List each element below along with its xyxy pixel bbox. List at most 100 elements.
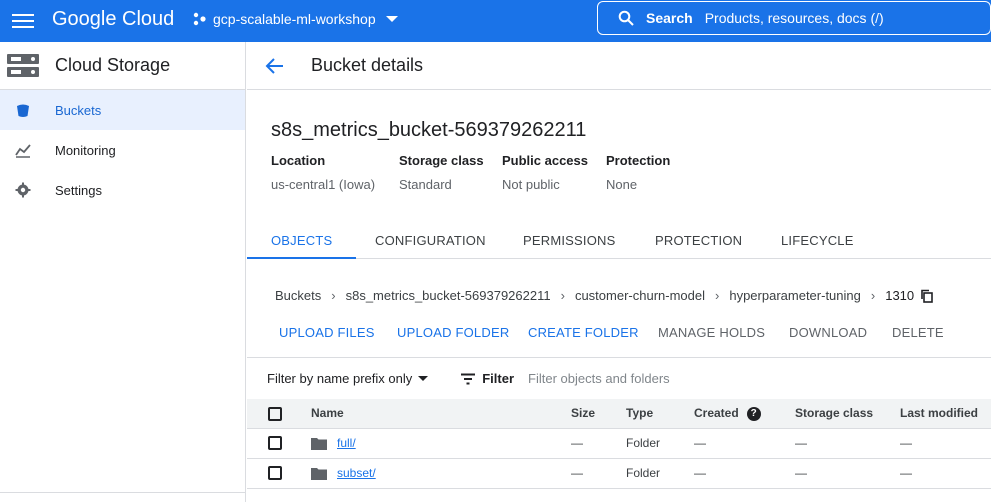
type-cell: Folder xyxy=(626,458,694,489)
meta-public-access: Public access Not public xyxy=(502,153,588,192)
tab-bar: OBJECTS CONFIGURATION PERMISSIONS PROTEC… xyxy=(247,222,991,259)
meta-key: Public access xyxy=(502,153,588,168)
col-created-label: Created xyxy=(694,405,739,420)
filter-button[interactable]: Filter xyxy=(460,371,514,386)
bucket-icon xyxy=(17,104,29,117)
folder-icon xyxy=(311,468,327,481)
storage-class-cell: — xyxy=(795,458,900,489)
sidebar-header: Cloud Storage xyxy=(0,42,245,90)
search-input[interactable] xyxy=(704,10,945,26)
select-all-cell xyxy=(247,399,311,429)
sidebar-item-label: Buckets xyxy=(55,102,102,118)
size-cell: — xyxy=(571,428,626,459)
tab-permissions[interactable]: PERMISSIONS xyxy=(523,222,616,259)
last-modified-cell: — xyxy=(900,458,991,489)
top-bar: Google Cloud gcp-scalable-ml-workshop Se… xyxy=(0,0,991,42)
type-cell: Folder xyxy=(626,428,694,459)
filter-input[interactable] xyxy=(528,371,729,386)
sidebar-item-label: Settings xyxy=(55,182,102,198)
breadcrumb-item[interactable]: hyperparameter-tuning xyxy=(729,288,861,303)
filter-icon xyxy=(461,373,476,384)
sidebar-item-label: Monitoring xyxy=(55,142,116,158)
page-title: Bucket details xyxy=(311,55,424,75)
row-checkbox[interactable] xyxy=(268,466,282,481)
sidebar-footer xyxy=(0,492,245,502)
last-modified-cell: — xyxy=(900,428,991,459)
product-title: Cloud Storage xyxy=(55,55,171,75)
sidebar-item-settings[interactable]: Settings xyxy=(0,170,245,210)
name-cell: full/ xyxy=(311,428,571,459)
search-box[interactable]: Search xyxy=(597,1,991,35)
select-all-checkbox[interactable] xyxy=(268,406,282,421)
search-icon xyxy=(618,10,634,26)
breadcrumb-item[interactable]: customer-churn-model xyxy=(575,288,705,303)
meta-key: Protection xyxy=(606,153,671,168)
col-created[interactable]: Created? xyxy=(694,399,795,429)
upload-files-button[interactable]: UPLOAD FILES xyxy=(279,325,375,340)
col-storage-class[interactable]: Storage class xyxy=(795,399,900,429)
meta-value: us-central1 (Iowa) xyxy=(271,177,376,192)
chevron-down-icon xyxy=(385,16,398,22)
back-arrow-icon[interactable] xyxy=(265,56,285,76)
tab-objects[interactable]: OBJECTS xyxy=(247,222,357,259)
sidebar-item-monitoring[interactable]: Monitoring xyxy=(0,130,245,170)
create-folder-button[interactable]: CREATE FOLDER xyxy=(528,325,639,340)
upload-folder-button[interactable]: UPLOAD FOLDER xyxy=(397,325,509,340)
tab-configuration[interactable]: CONFIGURATION xyxy=(375,222,486,259)
breadcrumb-item[interactable]: Buckets xyxy=(275,288,321,303)
menu-icon[interactable] xyxy=(12,10,34,32)
col-last-modified[interactable]: Last modified xyxy=(900,399,991,429)
chart-icon xyxy=(15,144,31,158)
tab-lifecycle[interactable]: LIFECYCLE xyxy=(781,222,854,259)
help-icon[interactable]: ? xyxy=(746,406,761,421)
chevron-right-icon: › xyxy=(560,288,565,303)
meta-key: Location xyxy=(271,153,326,168)
delete-button[interactable]: DELETE xyxy=(892,325,944,340)
chevron-right-icon: › xyxy=(715,288,720,303)
filter-mode-select[interactable]: Filter by name prefix only xyxy=(267,371,429,386)
download-button[interactable]: DOWNLOAD xyxy=(789,325,867,340)
created-cell: — xyxy=(694,458,795,489)
manage-holds-button[interactable]: MANAGE HOLDS xyxy=(658,325,765,340)
meta-value: None xyxy=(606,177,638,192)
filter-mode-label: Filter by name prefix only xyxy=(267,371,413,386)
row-checkbox[interactable] xyxy=(268,436,282,451)
chevron-right-icon: › xyxy=(870,288,876,303)
filter-label: Filter xyxy=(482,371,515,386)
col-name[interactable]: Name xyxy=(311,399,571,429)
page-header: Bucket details xyxy=(247,42,991,90)
row-select-cell xyxy=(247,428,311,459)
tab-protection[interactable]: PROTECTION xyxy=(655,222,742,259)
project-selector[interactable]: gcp-scalable-ml-workshop xyxy=(193,10,398,28)
sidebar-item-buckets[interactable]: Buckets xyxy=(0,90,245,130)
copy-icon[interactable] xyxy=(920,289,934,303)
row-select-cell xyxy=(247,458,311,489)
filter-bar: Filter by name prefix only Filter xyxy=(247,357,991,399)
folder-link[interactable]: subset/ xyxy=(337,466,376,480)
col-size[interactable]: Size xyxy=(571,399,626,429)
size-cell: — xyxy=(571,458,626,489)
breadcrumb-item[interactable]: s8s_metrics_bucket-569379262211 xyxy=(346,288,551,303)
objects-table: Name Size Type Created? Storage class La… xyxy=(247,399,991,489)
project-icon xyxy=(193,12,206,26)
breadcrumb: Buckets › s8s_metrics_bucket-56937926221… xyxy=(275,288,934,303)
table-header-row: Name Size Type Created? Storage class La… xyxy=(247,399,991,429)
storage-class-cell: — xyxy=(795,428,900,459)
folder-icon xyxy=(311,438,327,451)
table-row[interactable]: full/ — Folder — — — xyxy=(247,428,991,459)
main-content: Bucket details s8s_metrics_bucket-569379… xyxy=(247,42,991,502)
table-row[interactable]: subset/ — Folder — — — xyxy=(247,458,991,489)
col-type[interactable]: Type xyxy=(626,399,694,429)
meta-value: Standard xyxy=(399,177,452,192)
google-cloud-logo[interactable]: Google Cloud xyxy=(52,7,174,31)
folder-link[interactable]: full/ xyxy=(337,436,356,450)
storage-icon xyxy=(7,53,39,77)
meta-storage-class: Storage class Standard xyxy=(399,153,484,192)
breadcrumb-current: 1310 xyxy=(885,288,915,303)
project-name: gcp-scalable-ml-workshop xyxy=(213,11,376,27)
meta-value: Not public xyxy=(502,177,560,192)
meta-location: Location us-central1 (Iowa) xyxy=(271,153,375,192)
name-cell: subset/ xyxy=(311,458,571,489)
search-label: Search xyxy=(646,10,693,26)
chevron-down-icon xyxy=(418,376,429,381)
